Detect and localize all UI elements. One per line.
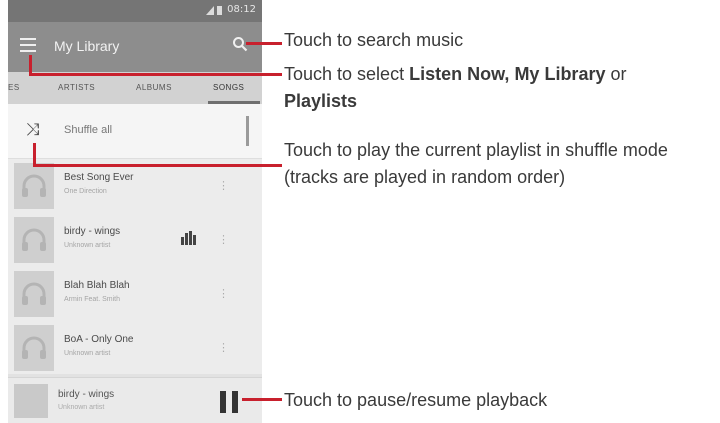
- now-playing-album-art: [14, 384, 48, 418]
- song-title: Blah Blah Blah: [64, 280, 130, 291]
- shuffle-label: Shuffle all: [64, 124, 113, 136]
- callout-menu-or: or: [610, 64, 627, 84]
- callout-menu-listen-now: Listen Now,: [409, 64, 510, 84]
- callout-line-search: [246, 42, 282, 45]
- headphones-icon: [22, 336, 46, 359]
- signal-icon: [206, 6, 214, 15]
- phone-screenshot: 08:12 My Library ES ARTISTS ALBUMS SONGS…: [8, 0, 262, 423]
- status-bar: 08:12: [8, 0, 262, 22]
- tab-bar: ES ARTISTS ALBUMS SONGS: [8, 72, 262, 105]
- shuffle-all-row[interactable]: ⤨ Shuffle all: [8, 104, 262, 159]
- album-art: [14, 217, 54, 263]
- callout-line-shuffle: [33, 164, 282, 167]
- more-options-icon[interactable]: ⋮: [218, 179, 229, 192]
- status-icons: [206, 6, 222, 15]
- shuffle-icon[interactable]: ⤨: [26, 122, 40, 139]
- scrollbar[interactable]: [246, 116, 249, 146]
- callout-menu-prefix: Touch to select: [284, 64, 410, 84]
- song-row[interactable]: Best Song Ever One Direction ⋮: [8, 159, 262, 214]
- more-options-icon[interactable]: ⋮: [218, 287, 229, 300]
- more-options-icon[interactable]: ⋮: [218, 233, 229, 246]
- song-row[interactable]: birdy - wings Unknown artist ⋮: [8, 213, 262, 268]
- album-art: [14, 163, 54, 209]
- album-art: [14, 271, 54, 317]
- menu-icon[interactable]: [20, 38, 36, 52]
- song-title: Best Song Ever: [64, 172, 134, 183]
- app-bar: My Library: [8, 22, 262, 72]
- callout-shuffle: Touch to play the current playlist in sh…: [284, 140, 668, 187]
- page-title: My Library: [54, 38, 120, 54]
- tab-songs[interactable]: SONGS: [213, 83, 244, 92]
- callout-pause: Touch to pause/resume playback: [284, 390, 548, 410]
- callout-search: Touch to search music: [284, 30, 464, 50]
- pause-icon[interactable]: [220, 391, 238, 413]
- headphones-icon: [22, 174, 46, 197]
- now-playing-bar[interactable]: birdy - wings Unknown artist: [8, 377, 262, 423]
- callout-line-pause: [242, 398, 282, 401]
- song-row[interactable]: Blah Blah Blah Armin Feat. Smith ⋮: [8, 267, 262, 322]
- song-title: BoA - Only One: [64, 334, 134, 345]
- callout-line-menu: [29, 73, 282, 76]
- callout-menu-playlists: Playlists: [284, 91, 358, 111]
- song-artist: One Direction: [64, 188, 107, 195]
- song-artist: Unknown artist: [64, 350, 111, 357]
- status-time: 08:12: [227, 4, 256, 15]
- callout-menu-my-library: My Library: [514, 64, 606, 84]
- now-playing-artist: Unknown artist: [58, 404, 105, 411]
- song-title: birdy - wings: [64, 226, 121, 237]
- song-artist: Unknown artist: [64, 242, 111, 249]
- now-playing-equalizer-icon: [181, 231, 196, 245]
- callout-menu: Touch to select Listen Now, My Library o…: [284, 61, 716, 115]
- headphones-icon: [22, 282, 46, 305]
- song-row[interactable]: BoA - Only One Unknown artist ⋮: [8, 321, 262, 376]
- battery-icon: [217, 6, 222, 15]
- more-options-icon[interactable]: ⋮: [218, 341, 229, 354]
- now-playing-title: birdy - wings: [58, 389, 115, 400]
- album-art: [14, 325, 54, 371]
- headphones-icon: [22, 228, 46, 251]
- tab-artists[interactable]: ARTISTS: [58, 83, 95, 92]
- tab-albums[interactable]: ALBUMS: [136, 83, 172, 92]
- tab-genres[interactable]: ES: [8, 83, 20, 92]
- song-artist: Armin Feat. Smith: [64, 296, 121, 303]
